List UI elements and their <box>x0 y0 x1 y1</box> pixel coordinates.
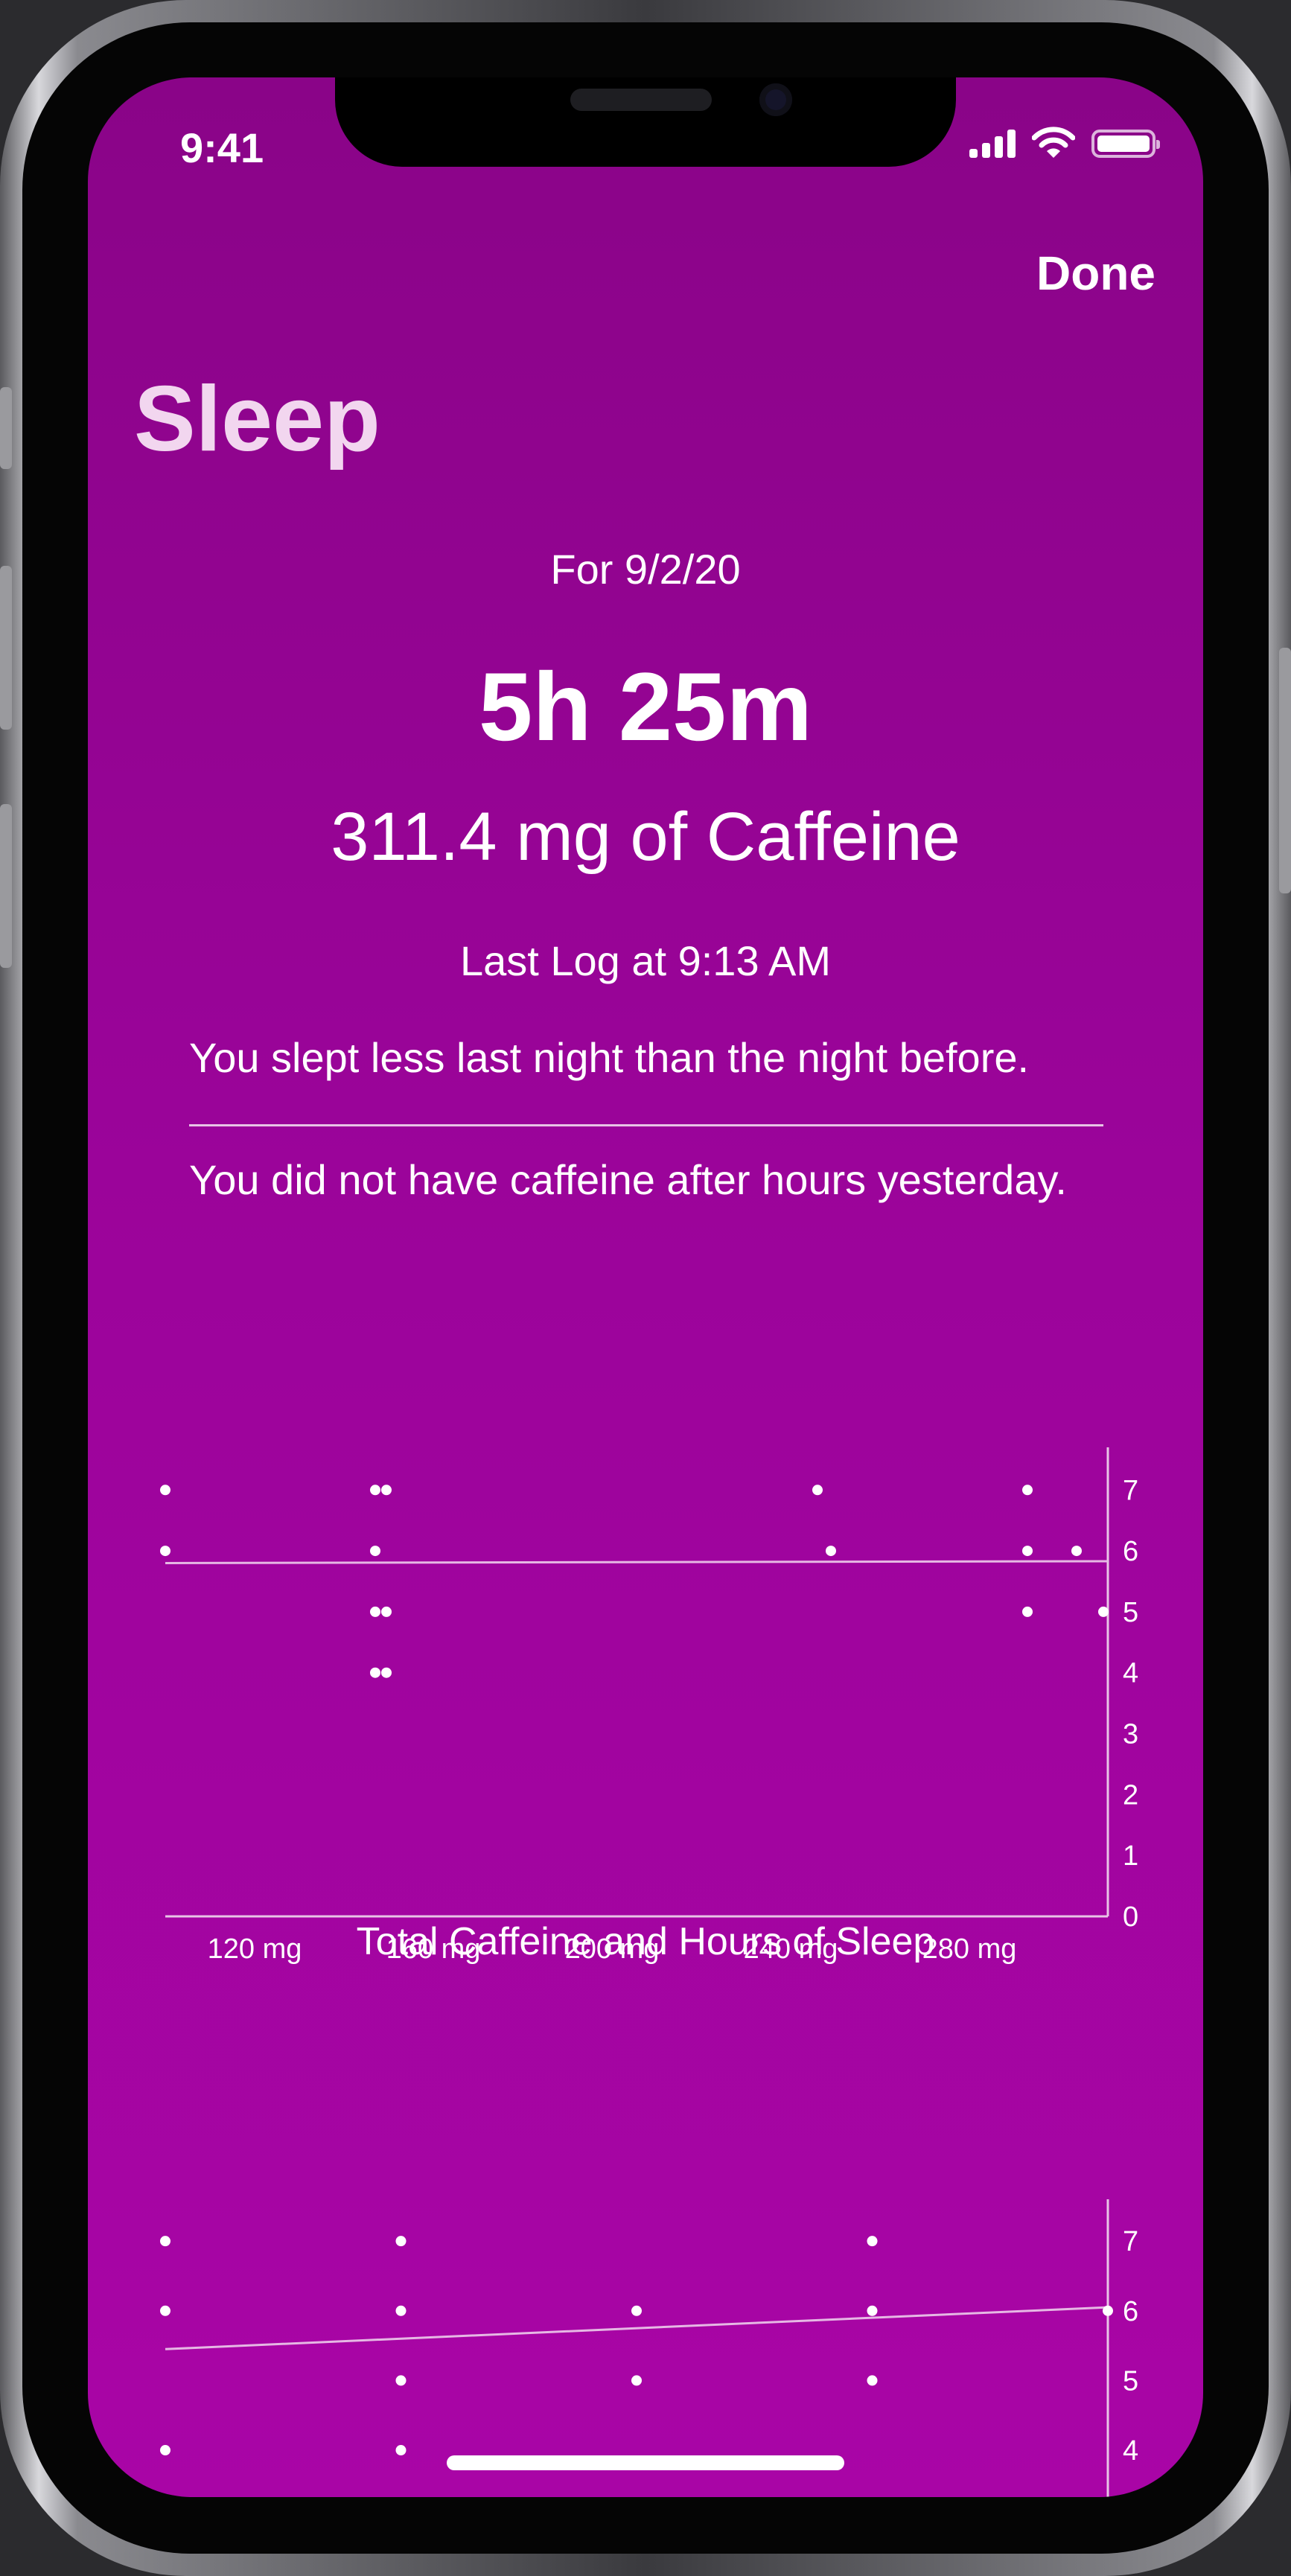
sleep-trend-scatter-chart: 34567 <box>160 2199 1138 2497</box>
y-tick-label: 2 <box>1123 1779 1138 1811</box>
data-point <box>160 2236 170 2247</box>
data-point <box>370 1606 380 1617</box>
page-title: Sleep <box>134 368 380 471</box>
y-tick-label: 3 <box>1123 1719 1138 1750</box>
data-point <box>826 1546 836 1557</box>
speaker-grille <box>570 89 712 111</box>
y-tick-label: 6 <box>1123 1536 1138 1567</box>
y-tick-label: 7 <box>1123 1475 1138 1506</box>
data-point <box>1071 1546 1082 1557</box>
sleep-duration: 5h 25m <box>478 652 813 761</box>
trendline <box>165 1560 1109 1564</box>
data-point <box>160 2305 170 2316</box>
front-camera <box>759 83 792 116</box>
date-label: For 9/2/20 <box>550 546 741 593</box>
silent-switch <box>0 387 12 469</box>
data-point <box>395 2445 407 2456</box>
done-button[interactable]: Done <box>1036 246 1155 301</box>
data-point <box>867 2375 878 2386</box>
screen: 9:41 Done Sleep For 9/2/20 5h 25m 311.4 … <box>88 77 1203 2497</box>
volume-up-button <box>0 566 12 730</box>
power-button <box>1279 648 1291 893</box>
data-point <box>395 2236 407 2247</box>
volume-down-button <box>0 804 12 968</box>
y-tick-label: 5 <box>1123 2365 1138 2397</box>
caffeine-sleep-scatter-chart: 01234567120 mg 160 mg 200 mg 240 mg 280 mg <box>160 1447 1138 1965</box>
data-point <box>395 2305 407 2316</box>
notch <box>335 77 956 167</box>
data-point <box>1022 1485 1033 1496</box>
data-point <box>867 2305 878 2316</box>
data-point <box>867 2236 878 2247</box>
data-point <box>381 1667 392 1678</box>
data-point <box>160 2445 170 2456</box>
y-tick-label: 1 <box>1123 1840 1138 1872</box>
cellular-signal-icon <box>969 127 1016 158</box>
data-point <box>381 1485 392 1496</box>
data-point <box>370 1485 380 1496</box>
battery-icon <box>1091 130 1160 158</box>
y-tick-label: 4 <box>1123 1658 1138 1689</box>
y-tick-label: 4 <box>1123 2435 1138 2467</box>
insight-divider <box>189 1124 1103 1126</box>
status-time: 9:41 <box>180 124 264 171</box>
data-point <box>631 2305 642 2316</box>
data-point <box>370 1667 380 1678</box>
chart-title: Total Caffeine and Hours of Sleep <box>356 1920 935 1963</box>
insight-sleep-comparison: You slept less last night than the night… <box>189 1034 1030 1081</box>
data-point <box>370 1546 380 1557</box>
home-indicator[interactable] <box>447 2455 844 2470</box>
caffeine-amount: 311.4 mg of Caffeine <box>331 799 960 875</box>
y-tick-label: 5 <box>1123 1597 1138 1628</box>
data-point <box>1022 1606 1033 1617</box>
data-point <box>160 1485 170 1496</box>
data-point <box>1098 1606 1109 1617</box>
y-tick-label: 7 <box>1123 2226 1138 2257</box>
data-point <box>160 1546 170 1557</box>
data-point <box>395 2375 407 2386</box>
insight-caffeine-timing: You did not have caffeine after hours ye… <box>189 1156 1067 1203</box>
data-point <box>812 1485 823 1496</box>
y-tick-label: 6 <box>1123 2296 1138 2327</box>
wifi-icon <box>1032 127 1075 158</box>
status-icons <box>969 127 1160 158</box>
data-point <box>381 1606 392 1617</box>
last-log-time: Last Log at 9:13 AM <box>459 937 832 984</box>
data-point <box>1103 2305 1113 2316</box>
data-point <box>631 2375 642 2386</box>
data-point <box>1022 1546 1033 1557</box>
